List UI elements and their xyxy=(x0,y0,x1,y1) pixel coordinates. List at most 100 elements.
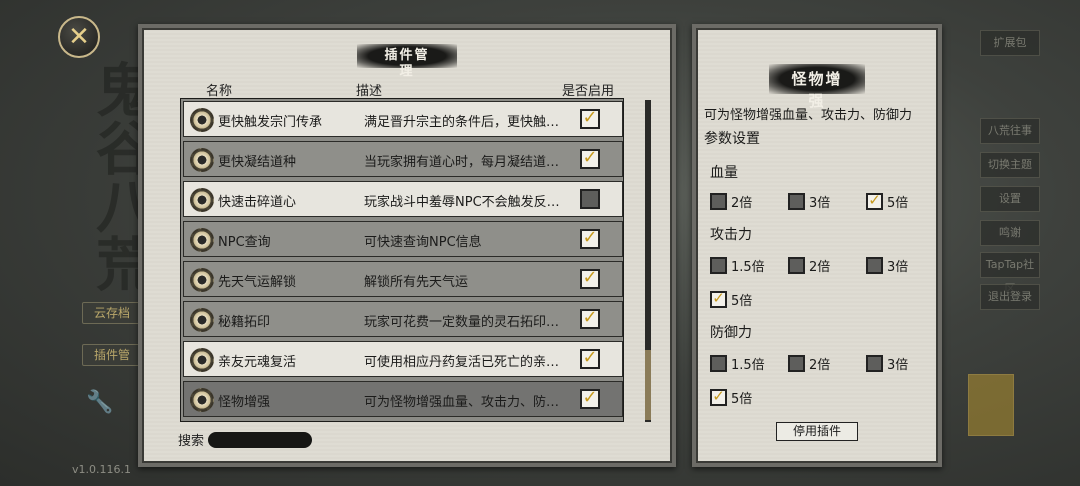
plugin-desc: 解锁所有先天气运 xyxy=(364,275,469,290)
option-checkbox[interactable] xyxy=(710,193,727,210)
option-checkbox[interactable] xyxy=(788,193,805,210)
option-checkbox[interactable]: ✓ xyxy=(710,389,727,406)
plugin-row[interactable]: 秘籍拓印 玩家可花费一定数量的灵石拓印… ✓ xyxy=(183,301,623,337)
plugin-name: 秘籍拓印 xyxy=(218,315,271,330)
attack-option-3x[interactable]: 3倍 xyxy=(866,256,908,275)
plugin-row[interactable]: 更快触发宗门传承 满足晋升宗主的条件后，更快触… ✓ xyxy=(183,101,623,137)
gear-icon xyxy=(190,348,214,372)
plugin-list[interactable]: 更快触发宗门传承 满足晋升宗主的条件后，更快触… ✓ 更快凝结道种 当玩家拥有道… xyxy=(180,98,624,422)
plugin-list-scrollbar[interactable] xyxy=(645,100,651,422)
checkmark-icon: ✓ xyxy=(582,107,598,128)
plugin-manage-button[interactable]: 插件管 xyxy=(82,344,142,366)
hp-option-2x[interactable]: 2倍 xyxy=(710,192,752,211)
defense-group-label: 防御力 xyxy=(710,325,752,341)
option-label: 1.5倍 xyxy=(731,260,765,275)
plugin-row[interactable]: NPC查询 可快速查询NPC信息 ✓ xyxy=(183,221,623,257)
hp-option-3x[interactable]: 3倍 xyxy=(788,192,830,211)
defense-option-5x[interactable]: ✓ 5倍 xyxy=(710,388,752,407)
expansion-button[interactable]: 扩展包 xyxy=(980,30,1040,56)
plugin-name: NPC查询 xyxy=(218,235,271,250)
gear-icon xyxy=(190,228,214,252)
plugin-row[interactable]: 亲友元魂复活 可使用相应丹药复活已死亡的亲… ✓ xyxy=(183,341,623,377)
attack-group-label: 攻击力 xyxy=(710,227,752,243)
checkmark-icon: ✓ xyxy=(582,147,598,168)
close-icon: ✕ xyxy=(68,22,90,52)
plugin-row[interactable]: 先天气运解锁 解锁所有先天气运 ✓ xyxy=(183,261,623,297)
taptap-community-button[interactable]: TapTap社区 xyxy=(980,252,1040,295)
plugin-row[interactable]: 快速击碎道心 玩家战斗中羞辱NPC不会触发反… xyxy=(183,181,623,217)
panel-title: 插件管理 xyxy=(357,44,457,79)
switch-theme-button[interactable]: 切换主题 xyxy=(980,152,1040,178)
plugin-name: 怪物增强 xyxy=(218,395,271,410)
detail-title: 怪物增强 xyxy=(769,64,865,110)
option-label: 2倍 xyxy=(809,358,831,373)
checkmark-icon: ✓ xyxy=(582,347,598,368)
option-label: 5倍 xyxy=(731,392,753,407)
enable-checkbox[interactable]: ✓ xyxy=(580,149,600,169)
option-checkbox[interactable] xyxy=(788,257,805,274)
option-checkbox[interactable]: ✓ xyxy=(710,291,727,308)
checkmark-icon: ✓ xyxy=(582,267,598,288)
enable-checkbox[interactable]: ✓ xyxy=(580,109,600,129)
option-checkbox[interactable] xyxy=(788,355,805,372)
option-label: 3倍 xyxy=(887,358,909,373)
gear-icon xyxy=(190,388,214,412)
params-heading: 参数设置 xyxy=(704,131,760,147)
column-headers: 名称 描述 是否启用 xyxy=(142,80,672,99)
bahuang-history-button[interactable]: 八荒往事 xyxy=(980,118,1040,144)
option-label: 1.5倍 xyxy=(731,358,765,373)
enable-checkbox[interactable]: ✓ xyxy=(580,269,600,289)
gear-icon xyxy=(190,148,214,172)
defense-option-3x[interactable]: 3倍 xyxy=(866,354,908,373)
plugin-desc: 可快速查询NPC信息 xyxy=(364,235,482,250)
attack-option-1.5x[interactable]: 1.5倍 xyxy=(710,256,765,275)
option-label: 3倍 xyxy=(809,196,831,211)
search-label: 搜索 xyxy=(178,434,205,449)
option-label: 5倍 xyxy=(887,196,909,211)
option-checkbox[interactable] xyxy=(866,257,883,274)
enable-checkbox[interactable]: ✓ xyxy=(580,389,600,409)
attack-option-2x[interactable]: 2倍 xyxy=(788,256,830,275)
plugin-detail-panel: 怪物增强 可为怪物增强血量、攻击力、防御力 参数设置 血量 2倍 3倍 ✓ 5倍… xyxy=(692,24,942,467)
cloud-save-button[interactable]: 云存档 xyxy=(82,302,142,324)
gear-icon xyxy=(190,108,214,132)
option-label: 2倍 xyxy=(731,196,753,211)
checkmark-icon: ✓ xyxy=(712,387,725,405)
enable-checkbox[interactable]: ✓ xyxy=(580,309,600,329)
gear-icon xyxy=(190,188,214,212)
gear-icon xyxy=(190,268,214,292)
plugin-desc: 满足晋升宗主的条件后，更快触… xyxy=(364,115,560,130)
checkmark-icon: ✓ xyxy=(712,289,725,307)
enable-checkbox[interactable]: ✓ xyxy=(580,229,600,249)
enable-checkbox[interactable] xyxy=(580,189,600,209)
plugin-name: 更快凝结道种 xyxy=(218,155,297,170)
hp-option-5x[interactable]: ✓ 5倍 xyxy=(866,192,908,211)
version-text: v1.0.116.1 xyxy=(72,463,131,476)
option-checkbox[interactable] xyxy=(710,355,727,372)
enable-checkbox[interactable]: ✓ xyxy=(580,349,600,369)
plugin-desc: 玩家可花费一定数量的灵石拓印… xyxy=(364,315,560,330)
option-checkbox[interactable]: ✓ xyxy=(866,193,883,210)
search-input[interactable] xyxy=(208,432,312,448)
defense-option-1.5x[interactable]: 1.5倍 xyxy=(710,354,765,373)
wrench-icon[interactable]: 🔧 xyxy=(86,390,114,418)
plugin-desc: 可使用相应丹药复活已死亡的亲… xyxy=(364,355,560,370)
settings-button[interactable]: 设置 xyxy=(980,186,1040,212)
column-header-enabled: 是否启用 xyxy=(562,84,615,99)
plugin-row-selected[interactable]: 怪物增强 可为怪物增强血量、攻击力、防… ✓ xyxy=(183,381,623,417)
disable-plugin-button[interactable]: 停用插件 xyxy=(776,422,858,441)
attack-option-5x[interactable]: ✓ 5倍 xyxy=(710,290,752,309)
plugin-name: 快速击碎道心 xyxy=(218,195,297,210)
option-checkbox[interactable] xyxy=(710,257,727,274)
plugin-name: 先天气运解锁 xyxy=(218,275,297,290)
close-button[interactable]: ✕ xyxy=(58,16,100,58)
checkmark-icon: ✓ xyxy=(582,307,598,328)
logout-button[interactable]: 退出登录 xyxy=(980,284,1040,310)
gear-icon xyxy=(190,308,214,332)
credits-button[interactable]: 鸣谢 xyxy=(980,220,1040,246)
checkmark-icon: ✓ xyxy=(582,227,598,248)
option-checkbox[interactable] xyxy=(866,355,883,372)
plugin-row[interactable]: 更快凝结道种 当玩家拥有道心时，每月凝结道… ✓ xyxy=(183,141,623,177)
defense-option-2x[interactable]: 2倍 xyxy=(788,354,830,373)
scrollbar-thumb[interactable] xyxy=(645,350,651,420)
